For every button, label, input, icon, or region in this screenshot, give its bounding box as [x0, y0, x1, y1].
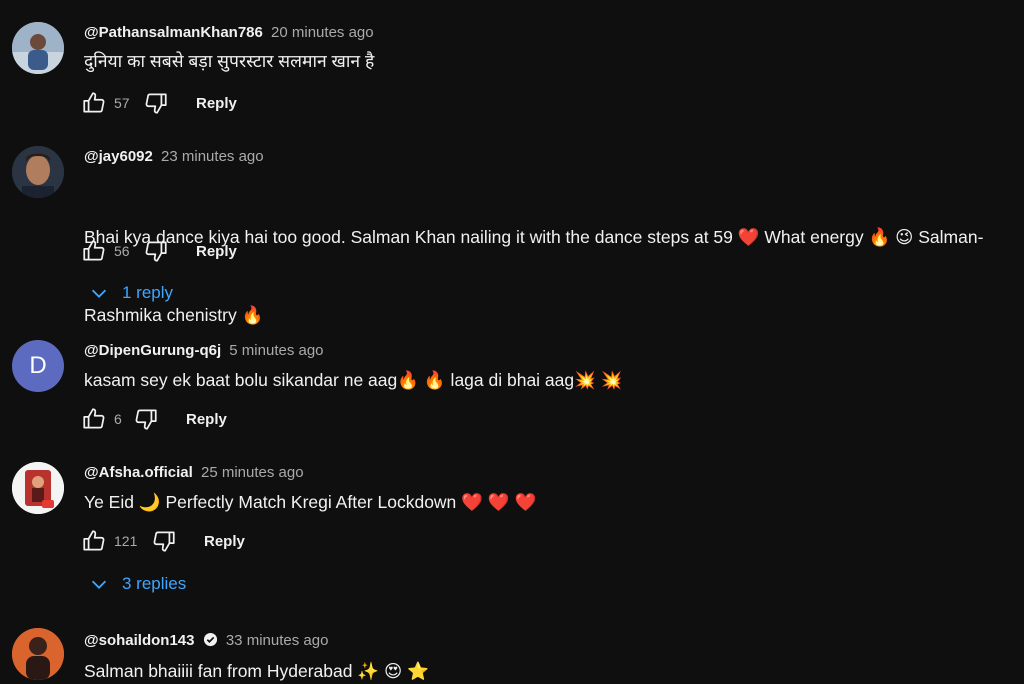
comment-header: @DipenGurung-q6j 5 minutes ago	[84, 342, 324, 359]
user-photo-icon	[12, 628, 64, 680]
comment-actions: 6 Reply	[80, 404, 227, 434]
avatar[interactable]	[12, 22, 64, 74]
like-count: 6	[114, 411, 122, 427]
dislike-button[interactable]	[142, 237, 170, 265]
comment-text-line: Rashmika chenistry 🔥	[84, 305, 264, 325]
avatar[interactable]	[12, 462, 64, 514]
verified-badge-icon	[203, 632, 217, 647]
thumbs-down-icon	[135, 409, 157, 430]
like-count: 56	[114, 243, 130, 259]
comment-actions: 57 Reply	[80, 88, 237, 118]
avatar[interactable]	[12, 628, 64, 680]
comment-header: @Afsha.official 25 minutes ago	[84, 464, 304, 481]
reply-button[interactable]: Reply	[186, 411, 227, 428]
thumbs-up-icon	[83, 408, 105, 429]
comment-author[interactable]: @sohaildon143	[84, 632, 195, 649]
like-button[interactable]	[80, 405, 108, 433]
comment-header: @PathansalmanKhan786 20 minutes ago	[84, 24, 374, 41]
thumbs-down-icon	[153, 531, 175, 552]
show-replies-button[interactable]: 1 reply	[88, 282, 173, 304]
avatar[interactable]: D	[12, 340, 64, 392]
show-replies-button[interactable]: 3 replies	[88, 573, 186, 595]
comment-timestamp[interactable]: 23 minutes ago	[161, 148, 264, 165]
comment-text: Ye Eid 🌙 Perfectly Match Kregi After Loc…	[84, 492, 537, 512]
comment-author[interactable]: @jay6092	[84, 148, 153, 165]
comment-timestamp[interactable]: 33 minutes ago	[226, 632, 329, 649]
thumbs-down-icon	[145, 241, 167, 262]
replies-count-label: 3 replies	[122, 574, 187, 593]
like-button[interactable]	[80, 237, 108, 265]
chevron-down-icon	[91, 289, 107, 298]
comment-header: @jay6092 23 minutes ago	[84, 148, 264, 165]
comment-author[interactable]: @Afsha.official	[84, 464, 193, 481]
comment-author[interactable]: @DipenGurung-q6j	[84, 342, 221, 359]
comment-text: kasam sey ek baat bolu sikandar ne aag🔥 …	[84, 370, 623, 390]
like-count: 57	[114, 95, 130, 111]
thumbs-up-icon	[83, 240, 105, 261]
like-count: 121	[114, 533, 138, 549]
reply-button[interactable]: Reply	[196, 95, 237, 112]
user-photo-icon	[12, 22, 64, 74]
avatar[interactable]	[12, 146, 64, 198]
dislike-button[interactable]	[150, 527, 178, 555]
like-button[interactable]	[80, 89, 108, 117]
comment-timestamp[interactable]: 25 minutes ago	[201, 464, 304, 481]
comment-timestamp[interactable]: 20 minutes ago	[271, 24, 374, 41]
reply-button[interactable]: Reply	[196, 243, 237, 260]
dislike-button[interactable]	[132, 405, 160, 433]
comment-text: दुनिया का सबसे बड़ा सुपरस्टार सलमान खान …	[84, 51, 375, 71]
thumbs-down-icon	[145, 93, 167, 114]
avatar-letter: D	[29, 352, 47, 379]
replies-count-label: 1 reply	[122, 283, 174, 302]
thumbs-up-icon	[83, 92, 105, 113]
comment-author[interactable]: @PathansalmanKhan786	[84, 24, 263, 41]
user-photo-icon	[12, 146, 64, 198]
chevron-down-icon	[91, 580, 107, 589]
comment-actions: 121 Reply	[80, 526, 245, 556]
comment-timestamp[interactable]: 5 minutes ago	[229, 342, 323, 359]
reply-button[interactable]: Reply	[204, 533, 245, 550]
comment-actions: 56 Reply	[80, 236, 237, 266]
like-button[interactable]	[80, 527, 108, 555]
comment-header: @sohaildon143 33 minutes ago	[84, 632, 328, 649]
thumbs-up-icon	[83, 530, 105, 551]
comment-text: Salman bhaiiii fan from Hyderabad ✨ 😍 ⭐	[84, 661, 429, 681]
dislike-button[interactable]	[142, 89, 170, 117]
user-photo-icon	[12, 462, 64, 514]
